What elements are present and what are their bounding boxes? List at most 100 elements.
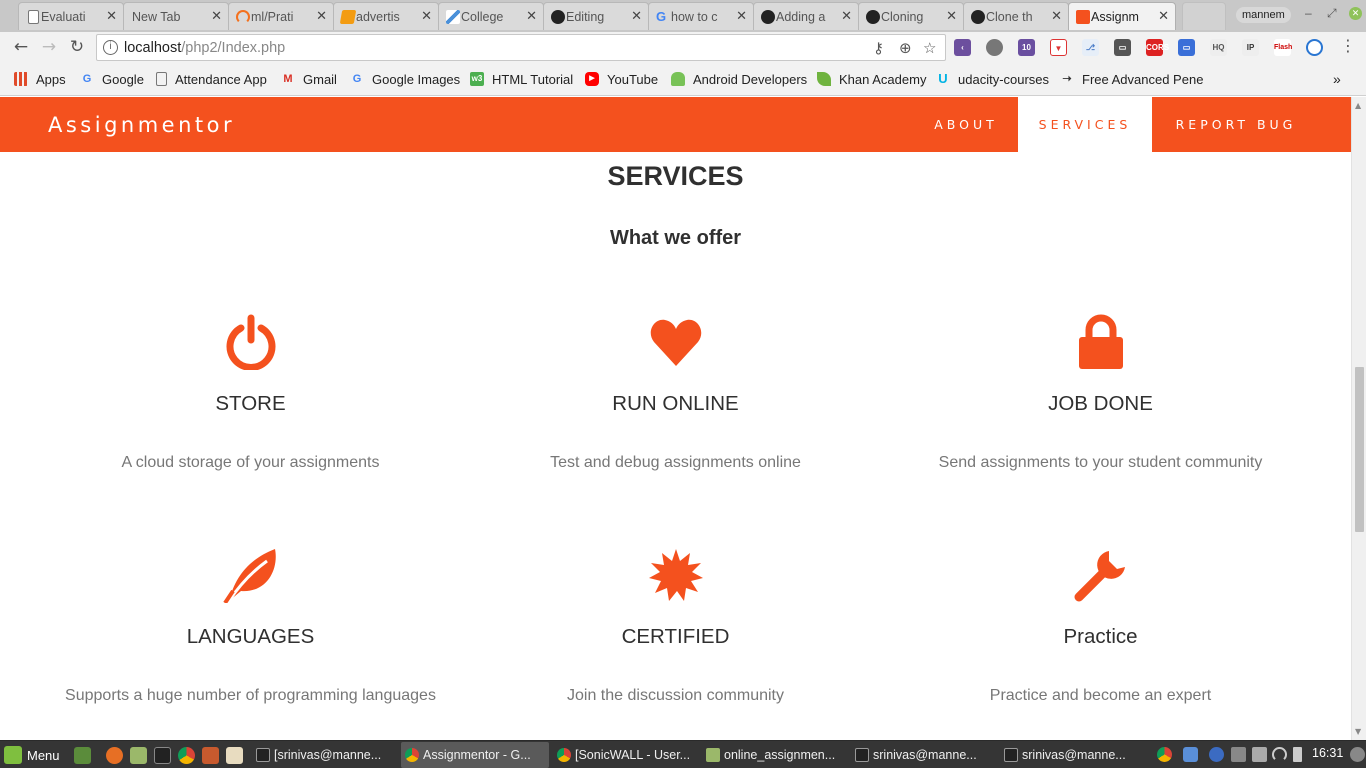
close-icon[interactable]: ✕: [1158, 9, 1169, 24]
close-icon[interactable]: ✕: [421, 9, 432, 24]
nav-services[interactable]: SERVICES: [1018, 97, 1152, 152]
bookmark-item[interactable]: Apps: [14, 71, 66, 87]
browser-tab[interactable]: Clone th ✕: [963, 2, 1069, 30]
desktop-icon[interactable]: [74, 747, 91, 764]
profile-chip[interactable]: mannem: [1236, 7, 1291, 23]
bookmark-star-icon[interactable]: ☆: [923, 39, 936, 57]
extension-icon[interactable]: 10: [1018, 39, 1035, 56]
terminal-icon[interactable]: [154, 747, 171, 764]
network-icon[interactable]: [1252, 747, 1267, 762]
browser-tab[interactable]: New Tab ✕: [123, 2, 229, 30]
close-icon[interactable]: ✕: [841, 9, 852, 24]
extension-icon[interactable]: ▼: [1050, 39, 1067, 56]
address-bar[interactable]: i localhost/php2/Index.php ⚷ ⊕ ☆: [96, 34, 946, 61]
chrome-icon[interactable]: [178, 747, 195, 764]
bookmark-item[interactable]: ➝ Free Advanced Pene: [1060, 71, 1203, 87]
battery-icon[interactable]: [1293, 747, 1302, 762]
scrollbar-thumb[interactable]: [1355, 367, 1364, 532]
restore-icon[interactable]: ⤢: [1327, 6, 1337, 21]
key-icon[interactable]: ⚷: [873, 39, 884, 57]
extension-icon[interactable]: CORS: [1146, 39, 1169, 56]
info-icon[interactable]: i: [103, 40, 118, 55]
extension-icon[interactable]: ‹: [954, 39, 971, 56]
taskbar-window[interactable]: srinivas@manne...: [851, 742, 996, 768]
browser-tab[interactable]: Cloning ✕: [858, 2, 964, 30]
close-icon[interactable]: ✕: [211, 9, 222, 24]
close-icon[interactable]: ✕: [1051, 9, 1062, 24]
clipboard-icon[interactable]: [1231, 747, 1246, 762]
more-bookmarks-icon[interactable]: »: [1333, 71, 1341, 87]
chrome-tray-icon[interactable]: [1157, 747, 1172, 762]
notes-icon[interactable]: [226, 747, 243, 764]
service-name: RUN ONLINE: [612, 392, 739, 415]
bookmark-item[interactable]: Attendance App: [156, 71, 267, 87]
scroll-up-icon[interactable]: ▲: [1355, 101, 1361, 110]
close-icon[interactable]: ✕: [946, 9, 957, 24]
zoom-icon[interactable]: ⊕: [899, 39, 912, 57]
browser-tab-active[interactable]: Assignm ✕: [1068, 2, 1176, 30]
folder-icon[interactable]: [130, 747, 147, 764]
youtube-icon: ▶: [585, 72, 599, 86]
extension-icon[interactable]: HQ: [1210, 39, 1227, 56]
leaf-icon: [223, 547, 279, 603]
close-icon[interactable]: ✕: [526, 9, 537, 24]
service-name: LANGUAGES: [186, 625, 315, 648]
site-brand[interactable]: Assignmentor: [48, 113, 235, 137]
bookmark-item[interactable]: Uudacity-courses: [936, 71, 1049, 87]
bluetooth-icon[interactable]: [1209, 747, 1224, 762]
new-tab-button[interactable]: [1182, 2, 1226, 30]
bookmark-item[interactable]: G Google: [80, 71, 144, 87]
extension-icon[interactable]: ▭: [1114, 39, 1131, 56]
browser-tab[interactable]: ml/Prati ✕: [228, 2, 334, 30]
extension-icon[interactable]: ⎇: [1082, 39, 1099, 56]
close-icon[interactable]: ✕: [631, 9, 642, 24]
extension-icon[interactable]: [1306, 39, 1323, 56]
back-icon[interactable]: ←: [10, 36, 32, 58]
bookmark-item[interactable]: ▶ YouTube: [585, 71, 658, 87]
close-icon[interactable]: ✕: [316, 9, 327, 24]
service-name: Practice: [1063, 625, 1138, 648]
nav-report-bug[interactable]: REPORT BUG: [1156, 97, 1316, 152]
taskbar-window-active[interactable]: Assignmentor - G...: [401, 742, 549, 768]
address-url[interactable]: localhost/php2/Index.php: [124, 40, 285, 56]
start-menu-button[interactable]: Menu: [4, 745, 60, 765]
chrome-menu-icon[interactable]: ⋮: [1340, 36, 1356, 55]
section-subtitle: What we offer: [609, 227, 742, 249]
scroll-down-icon[interactable]: ▼: [1355, 727, 1361, 736]
taskbar-window[interactable]: [srinivas@manne...: [252, 742, 397, 768]
nav-about[interactable]: ABOUT: [918, 97, 1014, 152]
sublime-icon[interactable]: [202, 747, 219, 764]
browser-tab[interactable]: Evaluati ✕: [18, 2, 124, 30]
browser-tab[interactable]: Editing ✕: [543, 2, 649, 30]
site-navbar: Assignmentor ABOUT SERVICES REPORT BUG: [0, 97, 1351, 152]
close-window-icon[interactable]: ✕: [1349, 7, 1362, 20]
reload-icon[interactable]: ↻: [66, 36, 88, 58]
close-icon[interactable]: ✕: [106, 9, 117, 24]
close-icon[interactable]: ✕: [736, 9, 747, 24]
browser-tab[interactable]: Adding a ✕: [753, 2, 859, 30]
taskbar-window[interactable]: srinivas@manne...: [1000, 742, 1145, 768]
taskbar-window[interactable]: [SonicWALL - User...: [553, 742, 698, 768]
shield-icon[interactable]: [1183, 747, 1198, 762]
bookmark-item[interactable]: M Gmail: [281, 71, 337, 87]
bookmark-item[interactable]: Khan Academy: [817, 71, 926, 87]
bookmark-item[interactable]: G Google Images: [350, 71, 460, 87]
taskbar-clock[interactable]: 16:31: [1312, 746, 1343, 760]
extension-icon[interactable]: IP: [1242, 39, 1259, 56]
power-icon[interactable]: [1350, 747, 1365, 762]
forward-icon[interactable]: →: [38, 36, 60, 58]
taskbar-window[interactable]: online_assignmen...: [702, 742, 847, 768]
bookmark-item[interactable]: Android Developers: [671, 71, 807, 87]
browser-tab[interactable]: G how to c ✕: [648, 2, 754, 30]
firefox-icon[interactable]: [106, 747, 123, 764]
browser-tab[interactable]: College ✕: [438, 2, 544, 30]
page-scrollbar[interactable]: ▲ ▼: [1351, 97, 1366, 740]
bookmarks-bar: Apps G Google Attendance App M Gmail G Goog…: [0, 63, 1366, 96]
wifi-icon[interactable]: [1272, 747, 1287, 762]
browser-tab[interactable]: advertis ✕: [333, 2, 439, 30]
minimize-icon[interactable]: –: [1305, 6, 1312, 20]
bookmark-item[interactable]: w3 HTML Tutorial: [470, 71, 573, 87]
extension-icon[interactable]: ▭: [1178, 39, 1195, 56]
extension-icon[interactable]: [986, 39, 1003, 56]
extension-icon[interactable]: Flash: [1274, 39, 1292, 56]
